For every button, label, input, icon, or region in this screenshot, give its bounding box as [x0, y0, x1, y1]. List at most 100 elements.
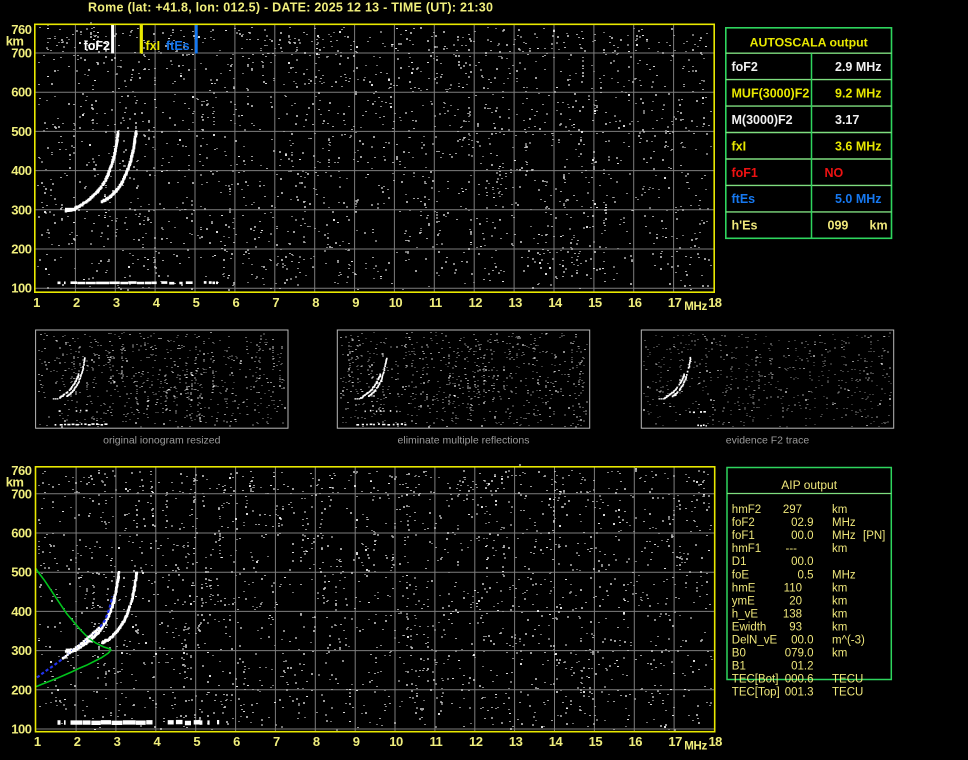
svg-text:km: km: [832, 595, 847, 607]
svg-text:000.6: 000.6: [785, 674, 814, 686]
svg-text:200: 200: [11, 242, 31, 257]
svg-text:500: 500: [11, 565, 31, 580]
svg-text:11: 11: [430, 734, 443, 749]
svg-text:foF1: foF1: [732, 530, 755, 542]
svg-text:18: 18: [708, 295, 722, 310]
svg-text:B0: B0: [732, 648, 746, 660]
svg-text:h_vE: h_vE: [732, 608, 759, 620]
svg-text:AUTOSCALA output: AUTOSCALA output: [750, 36, 868, 50]
svg-text:TEC[Bot]: TEC[Bot]: [732, 674, 779, 686]
svg-text:00.0: 00.0: [791, 556, 813, 568]
svg-text:10: 10: [389, 295, 403, 310]
svg-text:km: km: [870, 219, 888, 233]
svg-text:700: 700: [11, 46, 31, 61]
svg-text:600: 600: [11, 526, 31, 541]
svg-text:5: 5: [193, 295, 200, 310]
svg-text:ymE: ymE: [732, 595, 755, 607]
svg-text:5.0 MHz: 5.0 MHz: [835, 192, 882, 206]
svg-text:1: 1: [33, 295, 40, 310]
svg-text:10: 10: [389, 734, 403, 749]
svg-text:h'Es: h'Es: [732, 219, 758, 233]
svg-text:8: 8: [312, 295, 319, 310]
svg-text:2: 2: [73, 295, 80, 310]
svg-text:9: 9: [352, 295, 359, 310]
svg-text:11: 11: [429, 295, 442, 310]
svg-text:93: 93: [789, 621, 802, 633]
svg-text:3.17: 3.17: [835, 113, 859, 127]
svg-text:300: 300: [11, 643, 31, 658]
svg-text:fxI: fxI: [732, 139, 747, 153]
svg-text:MHz: MHz: [684, 741, 707, 753]
svg-text:3.6 MHz: 3.6 MHz: [835, 139, 882, 153]
svg-text:00.0: 00.0: [791, 530, 813, 542]
svg-text:099: 099: [828, 219, 849, 233]
svg-text:ftEs: ftEs: [732, 192, 756, 206]
svg-text:foF1: foF1: [732, 166, 758, 180]
svg-text:evidence F2 trace: evidence F2 trace: [726, 435, 810, 447]
svg-text:foF2: foF2: [84, 39, 110, 53]
svg-text:eliminate multiple reflections: eliminate multiple reflections: [398, 435, 530, 447]
svg-text:km: km: [832, 621, 847, 633]
svg-text:MHz: MHz: [832, 517, 856, 529]
svg-text:TECU: TECU: [832, 674, 863, 686]
svg-text:001.3: 001.3: [785, 687, 814, 699]
svg-text:00.0: 00.0: [791, 635, 813, 647]
svg-text:15: 15: [589, 734, 603, 749]
svg-text:[PN]: [PN]: [863, 530, 885, 542]
svg-text:9: 9: [353, 734, 360, 749]
svg-text:14: 14: [549, 734, 564, 749]
svg-text:18: 18: [708, 734, 722, 749]
svg-text:MHz: MHz: [684, 301, 707, 313]
svg-text:original ionogram resized: original ionogram resized: [103, 435, 220, 447]
svg-text:700: 700: [11, 486, 31, 501]
svg-text:1: 1: [34, 734, 41, 749]
svg-text:6: 6: [233, 295, 240, 310]
svg-text:110: 110: [784, 582, 802, 594]
svg-text:01.2: 01.2: [791, 661, 813, 673]
svg-text:20: 20: [789, 595, 802, 607]
svg-text:foE: foE: [732, 569, 750, 581]
svg-text:12: 12: [469, 734, 483, 749]
svg-text:02.9: 02.9: [791, 517, 813, 529]
svg-text:200: 200: [11, 682, 31, 697]
svg-text:AIP output: AIP output: [781, 478, 837, 492]
svg-text:079.0: 079.0: [785, 648, 814, 660]
svg-text:km: km: [832, 582, 847, 594]
svg-text:ftEs: ftEs: [166, 39, 190, 53]
svg-text:17: 17: [668, 295, 682, 310]
svg-text:0.5: 0.5: [798, 569, 814, 581]
svg-text:NO: NO: [825, 166, 844, 180]
svg-text:600: 600: [11, 85, 31, 100]
svg-text:m^(-3): m^(-3): [832, 635, 865, 647]
svg-text:km: km: [832, 504, 847, 516]
svg-text:fxI: fxI: [146, 39, 161, 53]
svg-text:17: 17: [668, 734, 682, 749]
svg-text:8: 8: [313, 734, 320, 749]
svg-text:2.9 MHz: 2.9 MHz: [835, 60, 882, 74]
svg-text:500: 500: [11, 124, 31, 139]
svg-text:16: 16: [628, 295, 642, 310]
svg-text:km: km: [832, 648, 847, 660]
svg-text:12: 12: [468, 295, 482, 310]
svg-text:D1: D1: [732, 556, 747, 568]
svg-text:MHz: MHz: [832, 530, 856, 542]
svg-text:2: 2: [74, 734, 81, 749]
svg-text:DelN_vE: DelN_vE: [732, 635, 778, 647]
svg-text:km: km: [832, 608, 847, 620]
svg-text:7: 7: [272, 295, 279, 310]
svg-text:3: 3: [113, 295, 120, 310]
svg-text:hmF1: hmF1: [732, 543, 761, 555]
svg-text:MHz: MHz: [832, 569, 856, 581]
svg-text:400: 400: [11, 163, 31, 178]
svg-text:foF2: foF2: [732, 517, 755, 529]
svg-text:foF2: foF2: [732, 60, 758, 74]
svg-text:km: km: [832, 543, 847, 555]
svg-text:MUF(3000)F2: MUF(3000)F2: [732, 86, 810, 100]
svg-text:300: 300: [11, 202, 31, 217]
svg-text:297: 297: [783, 504, 802, 516]
svg-text:3: 3: [114, 734, 121, 749]
svg-text:hmF2: hmF2: [732, 504, 761, 516]
svg-text:9.2 MHz: 9.2 MHz: [835, 86, 882, 100]
svg-text:5: 5: [193, 734, 200, 749]
svg-text:B1: B1: [732, 661, 746, 673]
